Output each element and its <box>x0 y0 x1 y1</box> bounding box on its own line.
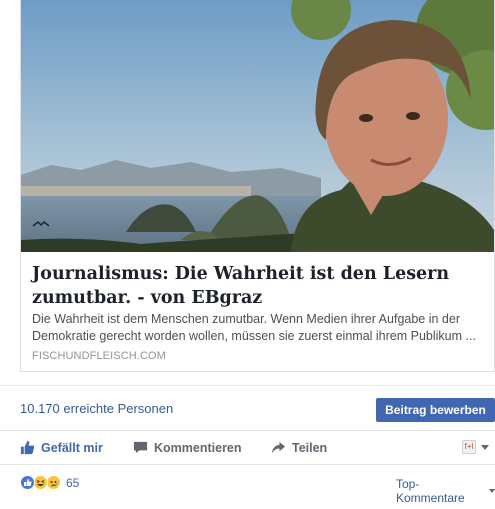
haha-reaction-icon <box>33 475 48 490</box>
sad-reaction-icon <box>46 475 61 490</box>
page-identity-switcher[interactable]: f+l <box>462 440 489 454</box>
comment-sort-label: Top-Kommentare <box>396 477 465 505</box>
share-label: Teilen <box>292 440 328 455</box>
post-actions-bar: Gefällt mir Kommentieren Teilen f+l <box>0 430 495 464</box>
link-preview-image[interactable] <box>21 0 494 252</box>
reaction-count: 65 <box>66 475 80 490</box>
like-label: Gefällt mir <box>41 440 103 455</box>
comment-button[interactable]: Kommentieren <box>133 440 242 455</box>
comment-bubble-icon <box>133 440 148 455</box>
comment-sort-dropdown[interactable]: Top-Kommentare <box>396 477 495 505</box>
thumbs-up-icon <box>20 440 35 455</box>
chevron-down-icon <box>481 444 489 450</box>
share-arrow-icon <box>271 440 286 455</box>
page-avatar-icon: f+l <box>462 440 476 454</box>
reach-count-link[interactable]: 10.170 erreichte Personen <box>20 401 173 416</box>
boost-post-button[interactable]: Beitrag bewerben <box>376 398 495 422</box>
like-reaction-icon <box>20 475 35 490</box>
link-domain: FISCHUNDFLEISCH.COM <box>32 350 166 362</box>
share-button[interactable]: Teilen <box>271 440 327 455</box>
like-button[interactable]: Gefällt mir <box>20 440 103 455</box>
link-preview-card[interactable]: Journalismus: Die Wahrheit ist den Leser… <box>20 0 495 372</box>
preview-photo <box>21 0 494 252</box>
comment-label: Kommentieren <box>154 440 242 455</box>
reactions-row: 65 Top-Kommentare <box>0 464 495 509</box>
post-insights-row: 10.170 erreichte Personen Beitrag bewerb… <box>0 385 495 425</box>
link-title[interactable]: Journalismus: Die Wahrheit ist den Leser… <box>32 262 487 310</box>
facebook-post: Journalismus: Die Wahrheit ist den Leser… <box>0 0 495 509</box>
reaction-summary[interactable]: 65 <box>20 475 79 490</box>
chevron-down-icon <box>489 489 495 493</box>
link-description: Die Wahrheit ist dem Menschen zumutbar. … <box>32 312 476 343</box>
